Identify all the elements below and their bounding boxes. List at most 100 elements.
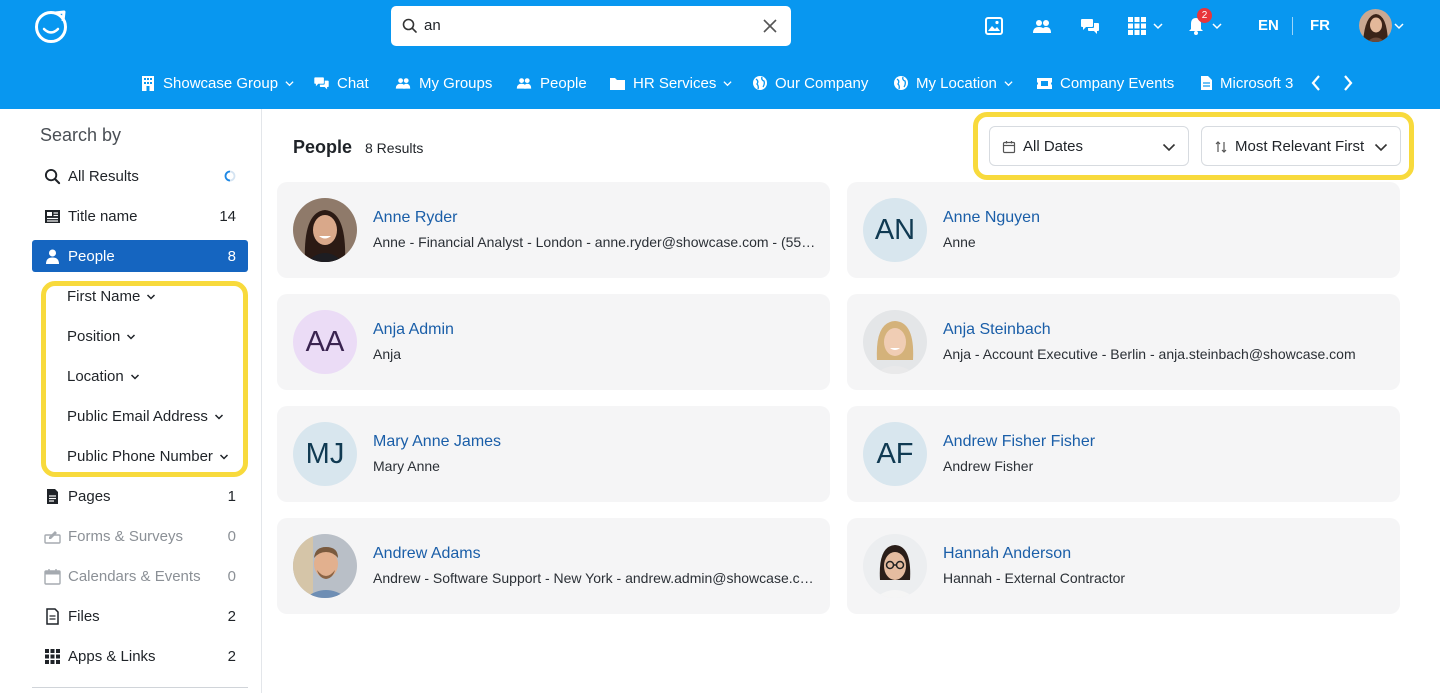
chat-icon[interactable]	[1080, 16, 1100, 36]
avatar: AF	[863, 422, 927, 486]
nav-item-my-location[interactable]: My Location	[893, 64, 1013, 102]
person-card[interactable]: AN Anne Nguyen Anne	[847, 182, 1400, 278]
nav-label: My Groups	[419, 74, 493, 92]
person-card[interactable]: Anne Ryder Anne - Financial Analyst - Lo…	[277, 182, 830, 278]
person-name[interactable]: Anne Ryder	[373, 209, 458, 227]
groups-icon[interactable]	[1032, 16, 1052, 36]
filter-first-name[interactable]: First Name	[67, 288, 156, 305]
date-filter-select[interactable]: All Dates	[989, 126, 1189, 166]
chevron-down-icon	[1153, 23, 1163, 30]
person-details: Anja - Account Executive - Berlin - anja…	[943, 346, 1356, 362]
sidebar-item-pages[interactable]: Pages 1	[32, 480, 248, 512]
sidebar-item-all-results[interactable]: All Results	[32, 160, 248, 192]
sidebar-item-count: 0	[227, 568, 236, 585]
chevron-down-icon	[1162, 143, 1176, 152]
person-card[interactable]: Anja Steinbach Anja - Account Executive …	[847, 294, 1400, 390]
sidebar-item-title-name[interactable]: Title name 14	[32, 200, 248, 232]
person-name[interactable]: Mary Anne James	[373, 433, 501, 451]
person-card[interactable]: Andrew Adams Andrew - Software Support -…	[277, 518, 830, 614]
document-icon	[1201, 76, 1212, 90]
nav-overflow-clip: Microsoft 3	[1196, 64, 1299, 102]
nav-item-microsoft[interactable]: Microsoft 3	[1200, 64, 1293, 102]
search-input[interactable]: an	[424, 17, 441, 34]
chevron-left-icon[interactable]	[1310, 74, 1322, 92]
nav-item-our-company[interactable]: Our Company	[752, 64, 868, 102]
person-details: Anja	[373, 346, 402, 362]
sidebar-item-label: Files	[68, 608, 100, 625]
person-name[interactable]: Anja Steinbach	[943, 321, 1051, 339]
sidebar-item-label: Apps & Links	[68, 648, 156, 665]
person-card[interactable]: AA Anja Admin Anja	[277, 294, 830, 390]
person-name[interactable]: Andrew Adams	[373, 545, 481, 563]
nav-label: Showcase Group	[163, 74, 279, 92]
groups-icon	[395, 78, 411, 89]
user-avatar[interactable]	[1359, 9, 1392, 42]
page-icon	[47, 489, 58, 504]
person-details: Andrew - Software Support - New York - a…	[373, 570, 818, 586]
sidebar-item-files[interactable]: Files 2	[32, 600, 248, 632]
person-card[interactable]: Hannah Anderson Hannah - External Contra…	[847, 518, 1400, 614]
chevron-down-icon	[127, 333, 136, 340]
filter-location[interactable]: Location	[67, 368, 140, 385]
search-icon	[44, 168, 61, 185]
nav-item-company-events[interactable]: Company Events	[1036, 64, 1174, 102]
search-icon	[402, 18, 417, 33]
chevron-right-icon[interactable]	[1342, 74, 1354, 92]
newspaper-icon	[45, 210, 60, 223]
nav-item-hr-services[interactable]: HR Services	[609, 64, 732, 102]
language-en[interactable]: EN	[1258, 17, 1279, 34]
language-separator	[1292, 17, 1293, 35]
filter-public-email[interactable]: Public Email Address	[67, 408, 224, 425]
filter-position[interactable]: Position	[67, 328, 136, 345]
nav-label: Microsoft 3	[1220, 74, 1294, 92]
sidebar-item-calendars-events[interactable]: Calendars & Events 0	[32, 560, 248, 592]
top-bar: an 2 EN FR Showcase Group Chat My Groups…	[0, 0, 1440, 109]
sidebar-item-forms-surveys[interactable]: Forms & Surveys 0	[32, 520, 248, 552]
close-icon[interactable]	[761, 17, 779, 35]
calendar-icon	[1002, 141, 1016, 154]
globe-icon	[894, 76, 908, 90]
file-icon	[46, 608, 59, 625]
nav-item-showcase-group[interactable]: Showcase Group	[140, 64, 294, 102]
chevron-down-icon	[1212, 23, 1222, 30]
sidebar-item-apps-links[interactable]: Apps & Links 2	[32, 640, 248, 672]
person-name[interactable]: Anja Admin	[373, 321, 454, 339]
ticket-icon	[1037, 77, 1052, 89]
sidebar-divider	[32, 687, 248, 688]
sidebar-item-count: 2	[227, 608, 236, 625]
person-details: Mary Anne	[373, 458, 440, 474]
search-sidebar: Search by All Results Title name 14 Peop…	[0, 109, 262, 693]
nav-item-my-groups[interactable]: My Groups	[394, 64, 492, 102]
image-gallery-icon[interactable]	[984, 16, 1004, 36]
person-card[interactable]: AF Andrew Fisher Fisher Andrew Fisher	[847, 406, 1400, 502]
filter-public-phone[interactable]: Public Phone Number	[67, 448, 229, 465]
avatar: AN	[863, 198, 927, 262]
chevron-down-icon	[130, 373, 139, 380]
avatar	[293, 198, 357, 262]
nav-item-people[interactable]: People	[515, 64, 587, 102]
avatar	[863, 534, 927, 598]
nav-label: HR Services	[633, 74, 717, 92]
sidebar-item-people[interactable]: People 8	[32, 240, 248, 272]
chevron-down-icon	[1394, 23, 1404, 30]
chat-icon	[314, 77, 329, 90]
apps-grid-icon[interactable]	[1127, 16, 1147, 36]
notification-badge: 2	[1197, 8, 1212, 23]
nav-item-chat[interactable]: Chat	[313, 64, 369, 102]
person-name[interactable]: Anne Nguyen	[943, 209, 1040, 227]
main-nav: Showcase Group Chat My Groups People HR …	[0, 64, 1440, 102]
person-details: Hannah - External Contractor	[943, 570, 1126, 586]
person-card[interactable]: MJ Mary Anne James Mary Anne	[277, 406, 830, 502]
person-name[interactable]: Andrew Fisher Fisher	[943, 433, 1095, 451]
sort-select[interactable]: Most Relevant First	[1201, 126, 1401, 166]
filter-label: Public Email Address	[67, 408, 208, 425]
app-logo-icon[interactable]	[33, 9, 69, 43]
chevron-down-icon	[1374, 143, 1388, 152]
chevron-down-icon	[723, 80, 732, 86]
person-name[interactable]: Hannah Anderson	[943, 545, 1071, 563]
chevron-down-icon	[214, 413, 223, 420]
language-fr[interactable]: FR	[1310, 17, 1330, 34]
loading-spinner-icon	[224, 170, 236, 182]
chevron-down-icon	[219, 453, 228, 460]
search-box[interactable]: an	[391, 6, 791, 46]
